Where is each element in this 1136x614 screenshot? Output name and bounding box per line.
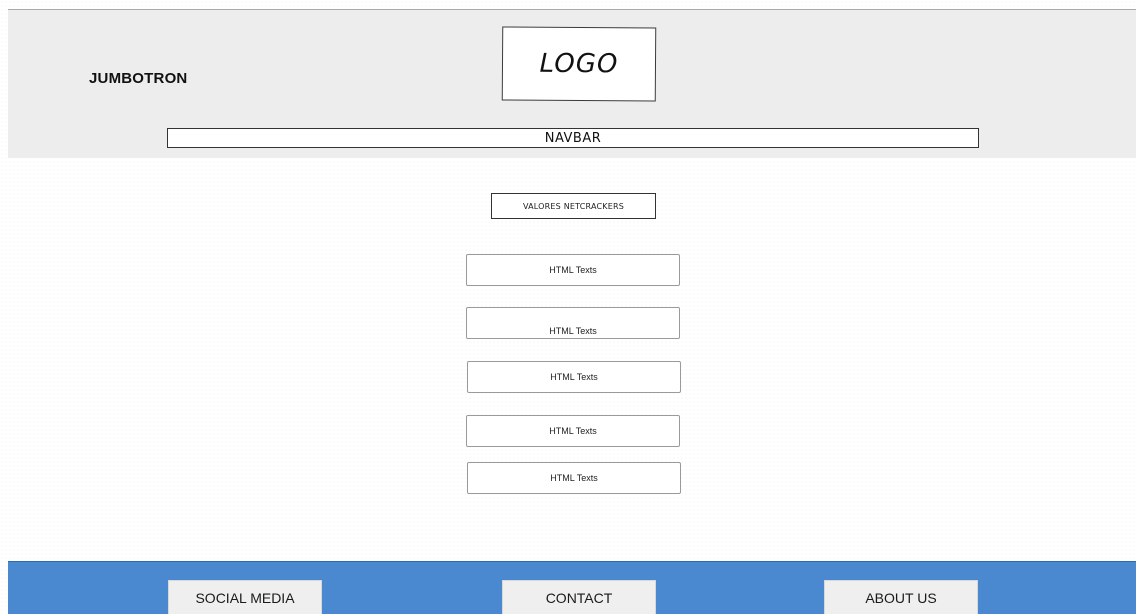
html-text-box: HTML Texts (466, 254, 680, 286)
html-text-box: HTML Texts (466, 307, 680, 339)
html-text-box: HTML Texts (467, 361, 681, 393)
about-us-button[interactable]: ABOUT US (824, 580, 978, 614)
html-text-label: HTML Texts (549, 426, 597, 436)
html-text-label: HTML Texts (549, 265, 597, 275)
logo-placeholder[interactable]: LOGO (501, 26, 657, 102)
footer: SOCIAL MEDIA CONTACT ABOUT US (8, 561, 1136, 614)
contact-button[interactable]: CONTACT (502, 580, 656, 614)
html-text-label: HTML Texts (550, 372, 598, 382)
navbar-placeholder[interactable]: NAVBAR (167, 128, 979, 148)
wireframe-page: JUMBOTRON LOGO NAVBAR VALORES NETCRACKER… (0, 0, 1136, 614)
html-text-box: HTML Texts (467, 462, 681, 494)
social-media-button[interactable]: SOCIAL MEDIA (168, 580, 322, 614)
html-text-label: HTML Texts (550, 473, 598, 483)
values-netcrackers-box[interactable]: VALORES NETCRACKERS (491, 193, 656, 219)
html-text-label: HTML Texts (549, 326, 597, 336)
jumbotron-title: JUMBOTRON (89, 70, 188, 87)
jumbotron: JUMBOTRON LOGO NAVBAR (8, 10, 1136, 158)
html-text-box: HTML Texts (466, 415, 680, 447)
